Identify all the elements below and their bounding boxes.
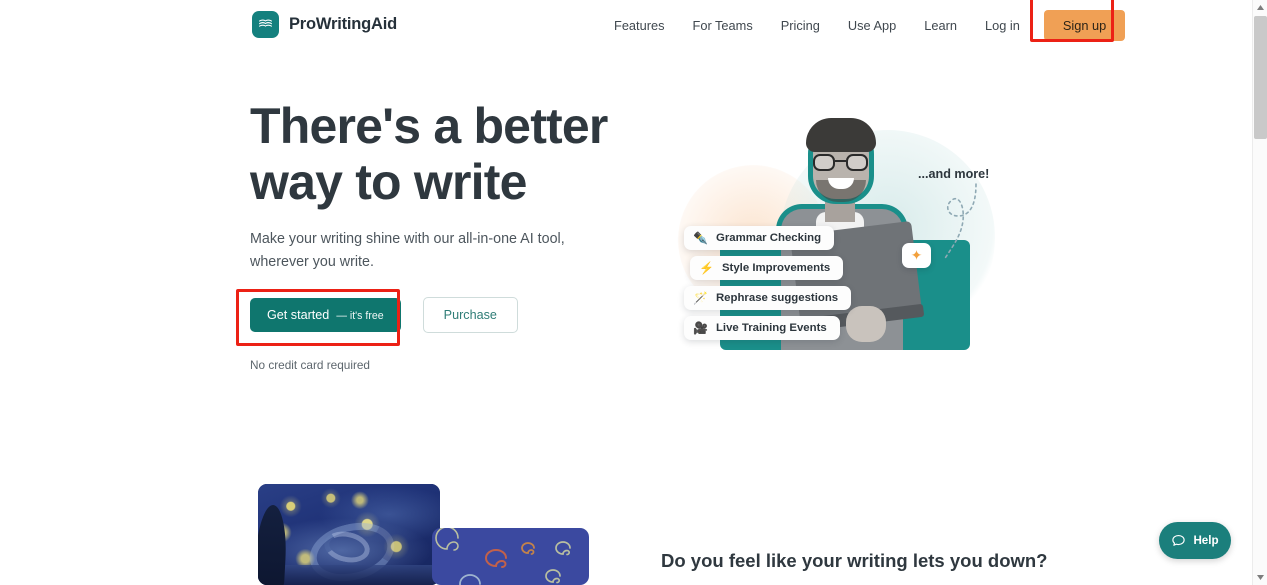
help-widget-label: Help bbox=[1193, 534, 1219, 547]
nav-link-learn[interactable]: Learn bbox=[910, 12, 971, 39]
main-navigation: Features For Teams Pricing Use App Learn… bbox=[600, 0, 1126, 50]
magic-wand-icon: 🪄 bbox=[693, 291, 708, 305]
signup-button[interactable]: Sign up bbox=[1043, 9, 1126, 41]
person-hand bbox=[846, 306, 886, 342]
feature-pill-live-training-events: 🎥 Live Training Events bbox=[684, 316, 840, 340]
video-camera-icon: 🎥 bbox=[693, 321, 708, 335]
feature-pill-label: Grammar Checking bbox=[715, 232, 822, 244]
blue-doodle-card bbox=[432, 528, 589, 585]
help-widget-button[interactable]: Help bbox=[1159, 522, 1231, 559]
person-hair bbox=[806, 118, 876, 152]
no-credit-card-note: No credit card required bbox=[250, 358, 370, 372]
starry-night-image bbox=[258, 484, 440, 585]
feature-pill-label: Style Improvements bbox=[721, 262, 831, 274]
get-started-button[interactable]: Get started — it's free bbox=[250, 298, 401, 332]
open-book-icon bbox=[252, 11, 279, 38]
feature-pill-grammar-checking: ✒️ Grammar Checking bbox=[684, 226, 835, 250]
lightning-icon: ⚡ bbox=[699, 261, 714, 275]
chat-bubble-icon bbox=[1172, 534, 1186, 546]
purchase-button[interactable]: Purchase bbox=[422, 297, 518, 333]
brand-name: ProWritingAid bbox=[289, 15, 398, 33]
feature-pill-label: Live Training Events bbox=[715, 322, 827, 334]
nav-link-use-app[interactable]: Use App bbox=[834, 12, 910, 39]
doodle-swirls-icon bbox=[435, 528, 571, 585]
section-heading: Do you feel like your writing lets you d… bbox=[661, 550, 1048, 571]
hero-title: There's a better way to write bbox=[250, 98, 608, 210]
starry-hills bbox=[258, 565, 440, 585]
scroll-up-arrow[interactable] bbox=[1253, 0, 1267, 15]
nav-link-pricing[interactable]: Pricing bbox=[767, 12, 834, 39]
feature-pill-style-improvements: ⚡ Style Improvements bbox=[690, 256, 844, 280]
get-started-free-suffix: — it's free bbox=[336, 310, 384, 322]
site-header: ProWritingAid Features For Teams Pricing… bbox=[0, 0, 1252, 50]
browser-page: ProWritingAid Features For Teams Pricing… bbox=[0, 0, 1267, 585]
page-viewport: ProWritingAid Features For Teams Pricing… bbox=[0, 0, 1252, 585]
nav-link-log-in[interactable]: Log in bbox=[971, 12, 1034, 39]
brand-logo[interactable]: ProWritingAid bbox=[252, 11, 397, 38]
hero-subtitle: Make your writing shine with our all-in-… bbox=[250, 231, 565, 270]
feature-pill-rephrase-suggestions: 🪄 Rephrase suggestions bbox=[684, 286, 852, 310]
curly-arrow-icon bbox=[943, 183, 977, 261]
vertical-scrollbar[interactable] bbox=[1252, 0, 1267, 585]
feature-pill-label: Rephrase suggestions bbox=[715, 292, 839, 304]
pen-icon: ✒️ bbox=[693, 231, 708, 245]
scrollbar-thumb[interactable] bbox=[1254, 16, 1267, 139]
and-more-annotation: ...and more! bbox=[918, 167, 990, 181]
glasses-icon bbox=[812, 154, 870, 171]
nav-link-features[interactable]: Features bbox=[600, 12, 679, 39]
nav-link-for-teams[interactable]: For Teams bbox=[679, 12, 767, 39]
signup-button-wrapper: Sign up bbox=[1029, 0, 1126, 42]
hero-illustration: ✒️ Grammar Checking ⚡ Style Improvements… bbox=[660, 60, 1020, 370]
hero-cta-row: Get started — it's free Purchase bbox=[250, 297, 518, 333]
scroll-down-arrow[interactable] bbox=[1253, 570, 1267, 585]
get-started-label: Get started bbox=[267, 308, 330, 322]
